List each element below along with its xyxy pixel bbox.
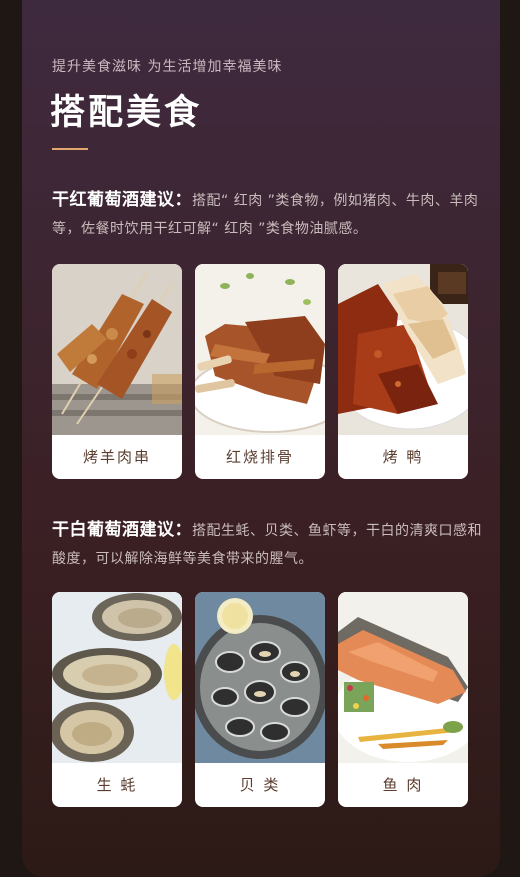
section-title: 搭配美食 — [50, 93, 203, 133]
section-subtitle: 提升美食滋味 为生活增加幸福美味 — [52, 59, 283, 75]
red-wine-lead: 干红葡萄酒建议： — [52, 190, 192, 210]
red-wine-suggestion: 干红葡萄酒建议：搭配“ 红肉 ”类食物，例如猪肉、牛肉、羊肉等，佐餐时饮用干红可… — [52, 186, 484, 243]
food-label: 烤 鸭 — [382, 448, 424, 466]
white-wine-lead: 干白葡萄酒建议： — [52, 520, 192, 540]
roast-duck-photo — [338, 264, 468, 435]
food-card-roast-duck[interactable]: 烤 鸭 — [338, 264, 468, 479]
food-card-lamb-skewer[interactable]: 烤羊肉串 — [52, 264, 182, 479]
food-label: 鱼 肉 — [382, 776, 424, 794]
fish-fillet-photo — [338, 592, 468, 763]
white-wine-suggestion: 干白葡萄酒建议：搭配生蚝、贝类、鱼虾等，干白的清爽口感和酸度，可以解除海鲜等美食… — [52, 516, 484, 573]
page: 提升美食滋味 为生活增加幸福美味 搭配美食 干红葡萄酒建议：搭配“ 红肉 ”类食… — [0, 0, 520, 877]
food-label: 贝 类 — [239, 776, 281, 794]
food-card-braised-ribs[interactable]: 红烧排骨 — [195, 264, 325, 479]
food-label: 生 蚝 — [96, 776, 138, 794]
food-label: 红烧排骨 — [225, 448, 294, 466]
clams-photo — [195, 592, 325, 763]
food-card-clams[interactable]: 贝 类 — [195, 592, 325, 807]
food-label: 烤羊肉串 — [82, 448, 151, 466]
food-card-oyster[interactable]: 生 蚝 — [52, 592, 182, 807]
title-underline — [52, 148, 88, 150]
food-card-fish[interactable]: 鱼 肉 — [338, 592, 468, 807]
oyster-photo — [52, 592, 182, 763]
braised-ribs-photo — [195, 264, 325, 435]
lamb-skewer-photo — [52, 264, 182, 435]
